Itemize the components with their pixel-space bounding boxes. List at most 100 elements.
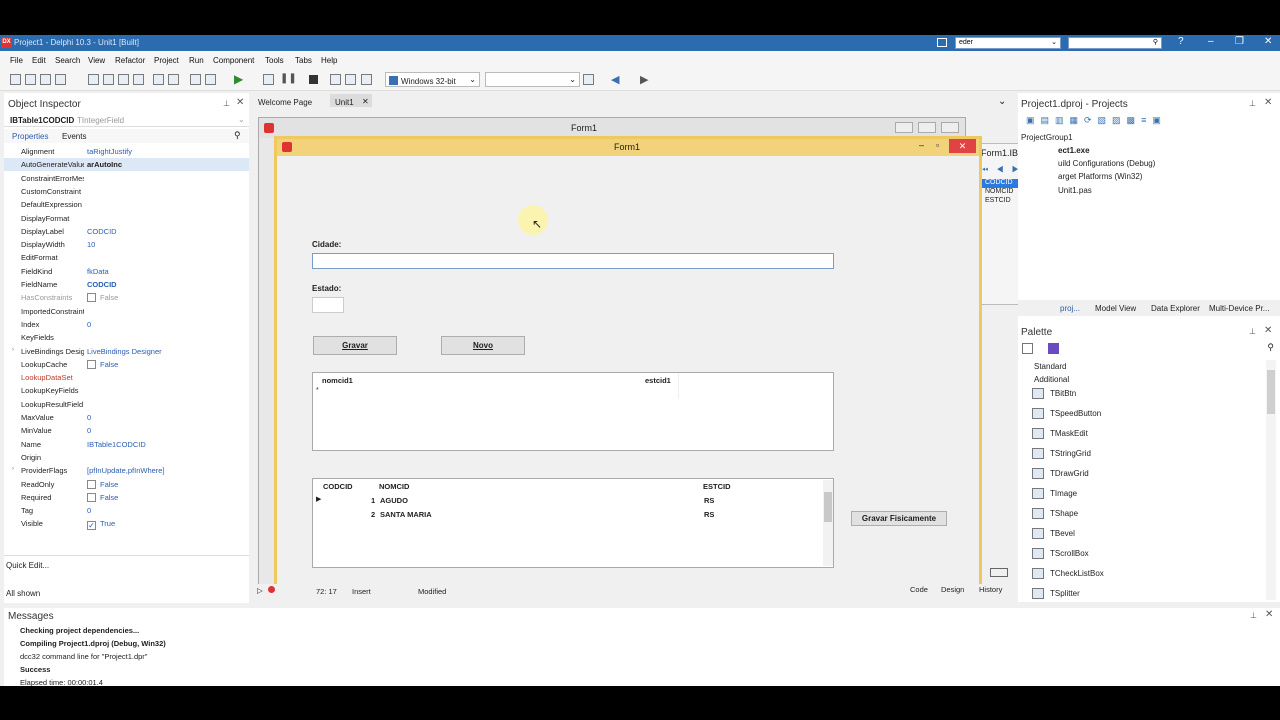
close-button[interactable]: ✕: [949, 139, 976, 153]
property-row[interactable]: › ProviderFlags [pfInUpdate,pfInWhere]: [4, 464, 249, 477]
maximize-button[interactable]: [918, 122, 936, 133]
menu-edit[interactable]: Edit: [32, 56, 46, 65]
open-folder-icon[interactable]: [118, 74, 129, 85]
tab-properties[interactable]: Properties: [12, 132, 48, 141]
tab-design[interactable]: Design: [941, 585, 964, 594]
cidade-input[interactable]: [312, 253, 834, 269]
property-row[interactable]: FieldName CODCID: [4, 278, 249, 291]
menu-help[interactable]: Help: [321, 56, 337, 65]
pin-icon[interactable]: ⊥: [1250, 611, 1257, 620]
property-row[interactable]: DisplayFormat: [4, 212, 249, 225]
property-row[interactable]: DisplayWidth 10: [4, 238, 249, 251]
new-items-icon[interactable]: [88, 74, 99, 85]
cell-estcid[interactable]: RS: [704, 510, 714, 519]
project-options-icon[interactable]: [205, 74, 216, 85]
forward-arrow-icon[interactable]: ▶: [640, 73, 648, 86]
grid-column-header[interactable]: estcid1: [645, 376, 671, 385]
property-row[interactable]: Origin: [4, 451, 249, 464]
property-row[interactable]: › LiveBindings DesignerLiveBindings Desig…: [4, 345, 249, 358]
property-row[interactable]: DefaultExpression: [4, 198, 249, 211]
property-row[interactable]: FieldKind fkData: [4, 265, 249, 278]
message-line[interactable]: Compiling Project1.dproj (Debug, Win32): [20, 639, 166, 648]
close-button[interactable]: [941, 122, 959, 133]
property-row[interactable]: LookupCache False: [4, 358, 249, 371]
tree-item[interactable]: Unit1.pas: [1058, 186, 1092, 195]
property-row[interactable]: AutoGenerateValue arAutoInc: [4, 158, 249, 172]
scrollbar-thumb[interactable]: [824, 492, 832, 522]
property-value[interactable]: fkData: [87, 267, 109, 276]
close-icon[interactable]: ✕: [1265, 609, 1273, 620]
memory-grid[interactable]: nomcid1 estcid1 *: [312, 372, 834, 451]
gravar-fisicamente-button[interactable]: Gravar Fisicamente: [851, 511, 947, 526]
remove-file-icon[interactable]: [190, 74, 201, 85]
grid-column-header[interactable]: NOMCID: [379, 482, 409, 491]
property-row[interactable]: Name IBTable1CODCID: [4, 438, 249, 451]
back-arrow-icon[interactable]: ◀: [611, 73, 619, 86]
property-value[interactable]: False: [87, 293, 118, 303]
expand-icon[interactable]: ›: [12, 466, 14, 472]
tab-events[interactable]: Events: [62, 132, 86, 141]
close-icon[interactable]: ✕: [1264, 97, 1272, 108]
tab-welcome-page[interactable]: Welcome Page: [258, 98, 312, 107]
property-row[interactable]: CustomConstraint: [4, 185, 249, 198]
estado-input[interactable]: [312, 297, 344, 313]
property-value[interactable]: False: [87, 359, 118, 369]
property-value[interactable]: taRightJustify: [87, 147, 132, 156]
open-project-icon[interactable]: [40, 74, 51, 85]
grid-column-header[interactable]: nomcid1: [322, 376, 353, 385]
run-to-cursor-icon[interactable]: [361, 74, 372, 85]
property-value[interactable]: CODCID: [87, 280, 117, 289]
property-row[interactable]: ReadOnly False: [4, 478, 249, 491]
property-value[interactable]: ✓ True: [87, 519, 115, 531]
step-over-icon[interactable]: [330, 74, 341, 85]
novo-button[interactable]: Novo: [441, 336, 525, 355]
tab-code[interactable]: Code: [910, 585, 928, 594]
property-value[interactable]: False: [87, 492, 118, 502]
form-view-icon[interactable]: [990, 568, 1008, 577]
save-icon[interactable]: [133, 74, 144, 85]
property-row[interactable]: ConstraintErrorMessage: [4, 172, 249, 185]
projects-toolbar-icons[interactable]: ▣▤▥▦⟳▧▨▩≡▣: [1026, 115, 1167, 126]
tab-multi-device[interactable]: Multi-Device Pr...: [1209, 304, 1269, 313]
component-selector[interactable]: IBTable1CODCID TIntegerField ⌄: [4, 113, 249, 127]
menu-search[interactable]: Search: [55, 56, 80, 65]
cell-nomcid[interactable]: SANTA MARIA: [380, 510, 432, 519]
play-icon[interactable]: ▷: [257, 586, 263, 595]
close-button[interactable]: ✕: [1264, 36, 1272, 47]
menu-run[interactable]: Run: [189, 56, 204, 65]
close-icon[interactable]: ✕: [1264, 325, 1272, 336]
cell-codcid[interactable]: 1: [371, 496, 375, 505]
stop-icon[interactable]: [309, 75, 318, 84]
property-value[interactable]: LiveBindings Designer: [87, 347, 162, 356]
search-icon[interactable]: ⚲: [234, 130, 241, 141]
menu-tools[interactable]: Tools: [265, 56, 284, 65]
property-row[interactable]: DisplayLabel CODCID: [4, 225, 249, 238]
trace-into-icon[interactable]: [345, 74, 356, 85]
tree-item[interactable]: ProjectGroup1: [1021, 133, 1073, 142]
checkbox-icon[interactable]: [87, 293, 96, 303]
build-config-combo[interactable]: ⌄: [485, 72, 580, 87]
property-row[interactable]: Required False: [4, 491, 249, 504]
gravar-button[interactable]: Gravar: [313, 336, 397, 355]
property-value[interactable]: False: [87, 479, 118, 489]
menu-component[interactable]: Component: [213, 56, 254, 65]
menu-tabs[interactable]: Tabs: [295, 56, 312, 65]
minimize-button[interactable]: [895, 122, 913, 133]
reopen-icon[interactable]: [55, 74, 66, 85]
tree-item[interactable]: ect1.exe: [1058, 146, 1090, 155]
scrollbar-thumb[interactable]: [1267, 370, 1275, 414]
property-row[interactable]: EditFormat: [4, 251, 249, 264]
checkbox-icon[interactable]: [87, 492, 96, 502]
run-icon[interactable]: ▶: [234, 72, 243, 86]
tab-projects[interactable]: proj...: [1060, 304, 1080, 313]
checkbox-icon[interactable]: [87, 479, 96, 489]
checked-checkbox-icon[interactable]: ✓: [87, 521, 96, 531]
property-row[interactable]: MinValue 0: [4, 424, 249, 437]
run-without-debug-icon[interactable]: [263, 74, 274, 85]
property-value[interactable]: CODCID: [87, 227, 117, 236]
field-item[interactable]: NOMCID: [985, 188, 1013, 195]
palette-group-standard[interactable]: Standard: [1034, 362, 1066, 371]
property-value[interactable]: [pfInUpdate,pfInWhere]: [87, 466, 165, 475]
menu-file[interactable]: File: [10, 56, 23, 65]
property-row[interactable]: HasConstraints False: [4, 291, 249, 304]
